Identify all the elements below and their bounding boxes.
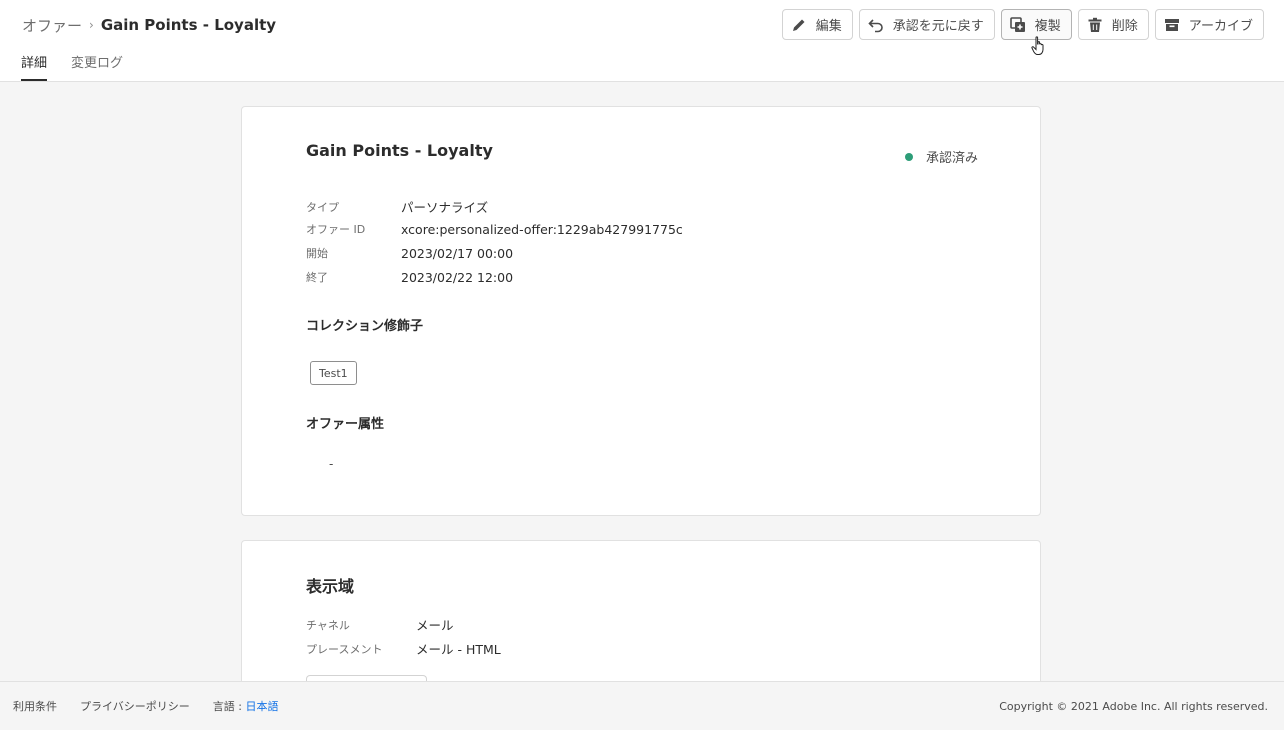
page-footer: 利用条件 プライバシーポリシー 言語 : 日本語 Copyright © 202… <box>0 681 1284 730</box>
tab-details[interactable]: 詳細 <box>21 52 48 81</box>
field-value: xcore:personalized-offer:1229ab427991775… <box>401 221 683 237</box>
field-label: タイプ <box>306 200 339 214</box>
trash-icon <box>1086 16 1104 34</box>
representation-card: 表示域 チャネル メール プレースメント メール - HTML <box>241 540 1041 705</box>
field-row-end: 終了 2023/02/22 12:00 <box>306 269 513 285</box>
edit-button-label: 編集 <box>815 19 842 34</box>
action-toolbar: 編集 承認を元に戻す 複製 削除 アーカイブ <box>776 9 1264 40</box>
field-value: 2023/02/22 12:00 <box>401 269 514 285</box>
status-badge: 承認済み <box>904 147 978 166</box>
field-value: メール - HTML <box>416 642 501 657</box>
language-selector: 言語 : 日本語 <box>213 698 279 714</box>
delete-button[interactable]: 削除 <box>1077 9 1149 40</box>
pencil-icon <box>790 16 808 34</box>
duplicate-button-label: 複製 <box>1034 19 1061 34</box>
delete-button-label: 削除 <box>1111 19 1138 34</box>
field-label: プレースメント <box>306 642 383 656</box>
field-row-channel: チャネル メール <box>306 615 454 634</box>
collection-tag[interactable]: Test1 <box>310 361 357 385</box>
page-title: Gain Points - Loyalty <box>100 16 277 34</box>
offer-title: Gain Points - Loyalty <box>306 141 493 160</box>
copyright-text: Copyright © 2021 Adobe Inc. All rights r… <box>999 699 1268 713</box>
field-label: チャネル <box>306 618 350 632</box>
language-label: 言語 : <box>212 700 242 713</box>
offer-details-card: Gain Points - Loyalty 承認済み タイプ パーソナライズ オ… <box>241 106 1041 516</box>
chevron-right-icon: › <box>89 18 94 32</box>
undo-icon <box>867 16 885 34</box>
field-row-placement: プレースメント メール - HTML <box>306 639 501 658</box>
language-link[interactable]: 日本語 <box>245 700 278 713</box>
footer-links: 利用条件 プライバシーポリシー 言語 : 日本語 <box>13 698 278 714</box>
archive-button[interactable]: アーカイブ <box>1154 9 1264 40</box>
offer-attributes-value: - <box>329 457 334 471</box>
representation-heading: 表示域 <box>306 577 355 596</box>
terms-link[interactable]: 利用条件 <box>13 698 57 714</box>
duplicate-icon <box>1009 16 1027 34</box>
tab-change-log[interactable]: 変更ログ <box>71 52 123 79</box>
field-label: 終了 <box>306 271 328 284</box>
status-label: 承認済み <box>925 151 978 166</box>
revert-approval-label: 承認を元に戻す <box>892 19 984 34</box>
archive-icon <box>1163 16 1181 34</box>
offer-attributes-heading: オファー属性 <box>306 417 385 432</box>
field-row-type: タイプ パーソナライズ <box>306 197 488 216</box>
archive-button-label: アーカイブ <box>1188 19 1253 34</box>
revert-approval-button[interactable]: 承認を元に戻す <box>858 9 995 40</box>
hand-pointer-icon <box>1031 36 1044 55</box>
field-row-start: 開始 2023/02/17 00:00 <box>306 245 513 261</box>
breadcrumb: オファー › Gain Points - Loyalty <box>22 14 276 36</box>
collection-qualifiers-heading: コレクション修飾子 <box>306 319 424 334</box>
field-value: 2023/02/17 00:00 <box>401 245 514 261</box>
field-value: パーソナライズ <box>401 200 489 215</box>
page-header: オファー › Gain Points - Loyalty 詳細 変更ログ 編集 … <box>0 0 1284 82</box>
breadcrumb-parent-offers[interactable]: オファー <box>22 15 82 36</box>
tab-bar: 詳細 変更ログ <box>21 52 147 81</box>
field-row-offer-id: オファー ID xcore:personalized-offer:1229ab4… <box>306 221 683 237</box>
privacy-link[interactable]: プライバシーポリシー <box>80 698 190 714</box>
field-label: 開始 <box>306 247 328 260</box>
status-dot-icon <box>904 152 913 161</box>
edit-button[interactable]: 編集 <box>781 9 853 40</box>
field-label: オファー ID <box>306 223 366 236</box>
field-value: メール <box>416 618 454 633</box>
